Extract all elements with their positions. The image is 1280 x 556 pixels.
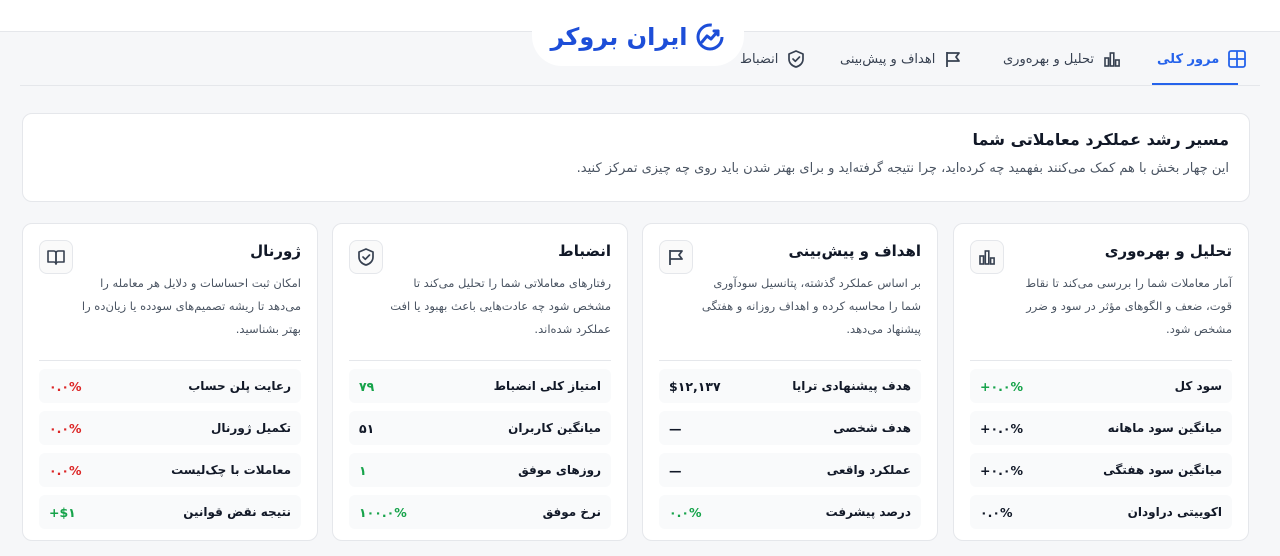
metric-value: ۵۱ <box>359 420 375 436</box>
metric-label: میانگین کاربران <box>508 421 601 435</box>
metric-row: نرخ موفق ۱۰۰.۰% <box>349 495 611 529</box>
page-title: مسیر رشد عملکرد معاملاتی شما <box>972 130 1229 149</box>
card-title: انضباط <box>558 242 611 260</box>
card-goals: اهداف و پیش‌بینی بر اساس عملکرد گذشته، پ… <box>642 223 938 541</box>
tab-analysis[interactable]: تحلیل و بهره‌وری <box>1003 46 1122 72</box>
metric-label: هدف شخصی <box>833 421 911 435</box>
bar-chart-icon <box>1102 49 1122 69</box>
metric-value: ۰.۰% <box>49 378 82 394</box>
metric-label: رعایت پلن حساب <box>188 379 291 393</box>
metric-value: — <box>669 462 682 478</box>
metric-row: میانگین سود هفتگی +۰.۰% <box>970 453 1232 487</box>
divider <box>970 360 1232 361</box>
metric-value: ۱ <box>359 462 367 478</box>
metric-row: میانگین کاربران ۵۱ <box>349 411 611 445</box>
tab-overview[interactable]: مرور کلی <box>1157 46 1247 72</box>
metric-label: درصد پیشرفت <box>825 505 911 519</box>
brand-name: ایران بروکر <box>550 23 688 51</box>
tab-label: اهداف و پیش‌بینی <box>840 51 936 67</box>
card-title: ژورنال <box>250 242 301 260</box>
card-title: اهداف و پیش‌بینی <box>788 242 921 260</box>
metric-label: معاملات با چک‌لیست <box>171 463 291 477</box>
page-description: این چهار بخش با هم کمک می‌کنند بفهمید چه… <box>576 161 1229 176</box>
metric-value: ۷۹ <box>359 378 375 394</box>
brand-logo[interactable]: ایران بروکر <box>532 8 744 66</box>
metric-value: +۰.۰% <box>980 378 1024 394</box>
metric-label: سود کل <box>1174 379 1222 393</box>
metric-row: اکوییتی دراودان ۰.۰% <box>970 495 1232 529</box>
book-icon <box>39 240 73 274</box>
tab-goals[interactable]: اهداف و پیش‌بینی <box>840 46 963 72</box>
metric-row: نتیجه نقض قوانین +$۱ <box>39 495 301 529</box>
metric-value: ۰.۰% <box>49 420 82 436</box>
card-journal: ژورنال امکان ثبت احساسات و دلایل هر معام… <box>22 223 318 541</box>
tab-label: مرور کلی <box>1157 51 1220 67</box>
shield-check-icon <box>349 240 383 274</box>
metric-value: — <box>669 420 682 436</box>
metric-row: تکمیل ژورنال ۰.۰% <box>39 411 301 445</box>
card-description: رفتارهای معاملاتی شما را تحلیل می‌کند تا… <box>390 276 611 336</box>
metric-row: هدف شخصی — <box>659 411 921 445</box>
flag-icon <box>659 240 693 274</box>
card-description: امکان ثبت احساسات و دلایل هر معامله را م… <box>81 276 301 336</box>
card-description: بر اساس عملکرد گذشته، پتانسیل سودآوری شم… <box>701 276 921 336</box>
metric-value: +۰.۰% <box>980 420 1024 436</box>
metric-row: روزهای موفق ۱ <box>349 453 611 487</box>
metric-label: اکوییتی دراودان <box>1127 505 1222 519</box>
metric-label: هدف پیشنهادی ترایا <box>792 379 911 393</box>
metric-label: تکمیل ژورنال <box>210 421 291 435</box>
metric-row: درصد پیشرفت ۰.۰% <box>659 495 921 529</box>
card-discipline: انضباط رفتارهای معاملاتی شما را تحلیل می… <box>332 223 628 541</box>
flag-icon <box>943 49 963 69</box>
metric-value: ۰.۰% <box>980 504 1013 520</box>
metric-label: روزهای موفق <box>518 463 601 477</box>
metric-row: میانگین سود ماهانه +۰.۰% <box>970 411 1232 445</box>
card-title: تحلیل و بهره‌وری <box>1104 242 1232 260</box>
tab-label: انضباط <box>740 51 779 67</box>
trend-logo-icon <box>695 22 725 52</box>
intro-panel: مسیر رشد عملکرد معاملاتی شما این چهار بخ… <box>22 113 1250 202</box>
metric-row: رعایت پلن حساب ۰.۰% <box>39 369 301 403</box>
bar-chart-icon <box>970 240 1004 274</box>
grid-icon <box>1227 49 1247 69</box>
card-description: آمار معاملات شما را بررسی می‌کند تا نقاط… <box>1025 276 1232 336</box>
active-tab-indicator <box>1152 83 1238 85</box>
divider <box>349 360 611 361</box>
metric-label: عملکرد واقعی <box>826 463 911 477</box>
tabs-divider <box>20 85 1260 86</box>
metric-label: امتیاز کلی انضباط <box>493 379 601 393</box>
metric-label: میانگین سود هفتگی <box>1103 463 1222 477</box>
tab-label: تحلیل و بهره‌وری <box>1003 51 1094 67</box>
metric-label: نتیجه نقض قوانین <box>183 505 291 519</box>
metric-row: هدف پیشنهادی ترایا $۱۲,۱۳۷ <box>659 369 921 403</box>
divider <box>39 360 301 361</box>
metric-label: نرخ موفق <box>542 505 601 519</box>
metric-row: سود کل +۰.۰% <box>970 369 1232 403</box>
metric-value: ۱۰۰.۰% <box>359 504 407 520</box>
metric-row: معاملات با چک‌لیست ۰.۰% <box>39 453 301 487</box>
metric-row: عملکرد واقعی — <box>659 453 921 487</box>
shield-check-icon <box>786 49 806 69</box>
tab-discipline[interactable]: انضباط <box>740 46 806 72</box>
metric-value: $۱۲,۱۳۷ <box>669 378 721 394</box>
metric-row: امتیاز کلی انضباط ۷۹ <box>349 369 611 403</box>
metric-label: میانگین سود ماهانه <box>1107 421 1222 435</box>
card-analysis: تحلیل و بهره‌وری آمار معاملات شما را برر… <box>953 223 1249 541</box>
metric-value: ۰.۰% <box>669 504 702 520</box>
metric-value: ۰.۰% <box>49 462 82 478</box>
divider <box>659 360 921 361</box>
metric-value: +۰.۰% <box>980 462 1024 478</box>
metric-value: +$۱ <box>49 504 76 520</box>
